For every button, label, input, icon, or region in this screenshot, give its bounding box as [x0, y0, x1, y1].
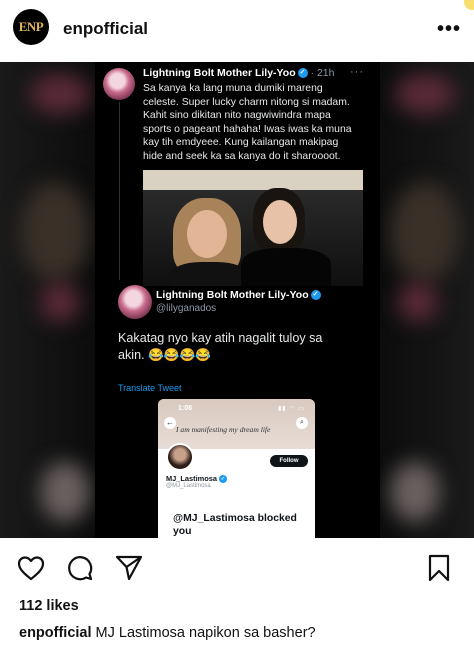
blocked-notice: @MJ_Lastimosa blocked you: [173, 513, 297, 537]
tweet-author: Lightning Bolt Mother Lily-Yoo ✓ · 21h: [143, 67, 335, 79]
tweet-more-icon[interactable]: ···: [350, 66, 364, 78]
banner-text: I am manifesting my dream life: [176, 425, 271, 434]
translate-tweet-link[interactable]: Translate Tweet: [118, 383, 182, 393]
tweet-handle: @lilyganados: [156, 303, 217, 314]
blur-blob: [40, 462, 90, 522]
likes-count[interactable]: 112 likes: [19, 598, 79, 614]
phone-status-icons: ▮▮ ◠ ▭: [278, 406, 305, 412]
blur-blob: [390, 182, 460, 282]
profile-avatar-small: [166, 443, 194, 471]
tweet-body: Kakatag nyo kay atih nagalit tuloy sa ak…: [118, 331, 323, 362]
post-caption: enpofficial MJ Lastimosa napikon sa bash…: [19, 625, 316, 641]
caption-text: MJ Lastimosa napikon sa basher?: [95, 625, 316, 641]
phone-time: 1:08: [178, 405, 193, 412]
corner-decoration: [464, 0, 474, 10]
verified-badge-icon: ✓: [297, 68, 308, 79]
blur-blob: [40, 282, 80, 322]
share-icon[interactable]: [114, 553, 144, 583]
profile-screenshot: 1:08 ▮▮ ◠ ▭ ← ⌕ I am manifesting my drea…: [158, 399, 315, 538]
post-username[interactable]: enpofficial: [63, 19, 148, 39]
tweet-body: Sa kanya ka lang muna dumiki mareng cele…: [143, 83, 352, 162]
follow-button[interactable]: Follow: [270, 455, 308, 467]
search-icon[interactable]: ⌕: [296, 417, 308, 429]
thread-line: [119, 102, 120, 280]
post-actions: [0, 538, 474, 593]
comment-icon[interactable]: [65, 553, 95, 583]
tweet-avatar: [118, 285, 152, 319]
profile-avatar[interactable]: ENP: [13, 9, 49, 45]
avatar-logo-text: ENP: [18, 19, 44, 34]
more-options-icon[interactable]: •••: [437, 18, 461, 41]
post-header: ENP enpofficial •••: [0, 0, 474, 62]
profile-name: MJ_Lastimosa ✓: [166, 474, 227, 484]
blur-blob: [390, 462, 440, 522]
tweet-photo[interactable]: [143, 170, 363, 286]
blur-blob: [30, 74, 90, 114]
verified-badge-icon: ✓: [218, 475, 227, 484]
bookmark-icon[interactable]: [424, 553, 454, 583]
tweet-avatar: [103, 68, 135, 100]
blur-blob: [20, 182, 90, 282]
back-arrow-icon[interactable]: ←: [164, 417, 176, 429]
profile-handle: @MJ_Lastimosa: [166, 483, 211, 489]
tweet-author: Lightning Bolt Mother Lily-Yoo ✓: [156, 289, 321, 301]
blur-blob: [395, 74, 455, 114]
caption-username[interactable]: enpofficial: [19, 625, 92, 641]
tweet-time: · 21h: [310, 67, 335, 79]
heart-icon[interactable]: [16, 553, 46, 583]
blur-blob: [398, 282, 438, 322]
verified-badge-icon: ✓: [310, 290, 321, 301]
